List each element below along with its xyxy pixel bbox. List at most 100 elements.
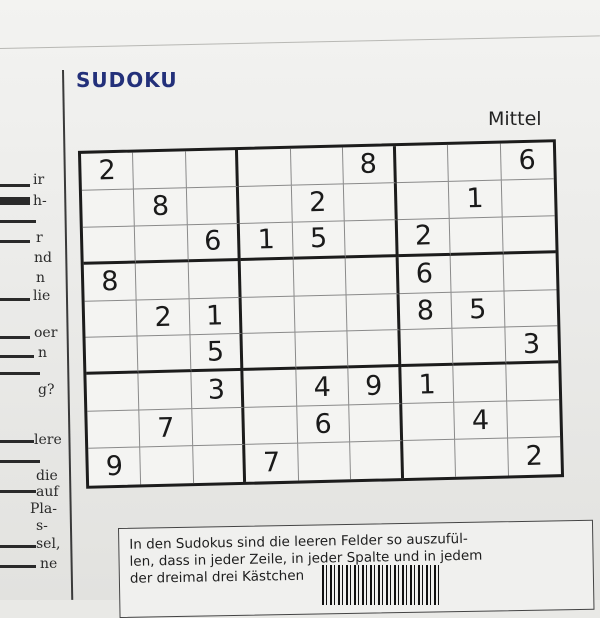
- text-fragment: ir: [33, 172, 45, 188]
- sudoku-cell: [290, 147, 345, 186]
- sudoku-cell: [455, 438, 509, 477]
- sudoku-cell: [347, 330, 401, 369]
- top-rule: [0, 35, 600, 49]
- sudoku-cell: 5: [292, 221, 346, 260]
- sudoku-cell: [395, 144, 449, 183]
- sudoku-cell: 9: [348, 367, 402, 406]
- sudoku-cell: [401, 402, 456, 442]
- sudoku-cell: [402, 439, 457, 479]
- text-fragment: g?: [38, 382, 55, 398]
- sudoku-cell: [504, 289, 558, 328]
- sudoku-cell: [86, 373, 140, 412]
- sudoku-cell: [84, 300, 138, 339]
- text-fragment-bar: [0, 565, 36, 568]
- sudoku-cell: [85, 336, 139, 376]
- text-fragment: nd: [34, 250, 52, 266]
- sudoku-cell: 9: [88, 447, 142, 486]
- sudoku-cell: [506, 400, 561, 439]
- sudoku-cell: 6: [187, 223, 241, 262]
- sudoku-cell: [186, 186, 241, 225]
- sudoku-cell: [349, 404, 403, 443]
- sudoku-cell: [450, 254, 505, 293]
- text-fragment-bar: [0, 372, 40, 375]
- sudoku-cell: 5: [451, 291, 505, 330]
- sudoku-cell: [396, 181, 450, 220]
- text-fragment: die: [36, 468, 58, 484]
- left-column-fragments: ir h- r nd n lie oer n g? lere die auf P…: [0, 0, 62, 600]
- sudoku-grid: 2868216152862185533491764972: [77, 139, 565, 489]
- sudoku-cell: [87, 410, 141, 449]
- sudoku-cell: [193, 444, 247, 484]
- sudoku-cell: [294, 294, 348, 334]
- sudoku-cell: 7: [139, 409, 194, 448]
- text-fragment-bar: [0, 490, 36, 493]
- text-fragment: sel,: [36, 536, 61, 552]
- sudoku-cell: [449, 217, 504, 256]
- sudoku-cell: 8: [343, 146, 397, 185]
- text-fragment: lie: [33, 288, 51, 304]
- sudoku-cell: [188, 260, 242, 299]
- text-fragment-bar: [0, 440, 34, 443]
- sudoku-cell: [238, 148, 292, 187]
- text-fragment: r: [36, 230, 43, 246]
- column-divider: [62, 69, 74, 600]
- text-fragment-bar: [0, 220, 36, 223]
- sudoku-cell: 3: [504, 326, 559, 365]
- sudoku-cell: 1: [400, 366, 455, 405]
- sudoku-cell: [242, 333, 297, 372]
- sudoku-cell: 1: [189, 297, 243, 336]
- sudoku-cell: 6: [398, 255, 452, 294]
- text-fragment: ne: [40, 556, 58, 572]
- sudoku-cell: 2: [525, 440, 544, 473]
- sudoku-cell: 8: [399, 292, 453, 331]
- sudoku-cell: [503, 252, 557, 292]
- sudoku-cell: [244, 406, 298, 445]
- sudoku-cell: 4: [296, 368, 350, 407]
- sudoku-cell: [133, 151, 187, 190]
- sudoku-cell: [295, 331, 349, 370]
- sudoku-cell: [240, 259, 295, 298]
- sudoku-cell: [453, 364, 507, 403]
- sudoku-cell: 8: [83, 263, 138, 302]
- sudoku-cell: 5: [190, 334, 244, 373]
- sudoku-cell: 2: [397, 218, 451, 257]
- sudoku-cell: 2: [81, 152, 135, 191]
- sudoku-cell: 7: [245, 443, 299, 482]
- sudoku-cell: [344, 219, 399, 259]
- text-fragment: h-: [33, 193, 47, 209]
- text-fragment-bar: [0, 240, 30, 243]
- sudoku-cell: [81, 189, 136, 228]
- difficulty-label: Mittel: [488, 108, 542, 130]
- sudoku-cell: 6: [500, 142, 554, 181]
- sudoku-cell: [136, 261, 190, 301]
- sudoku-grid-wrapper: 2868216152862185533491764972: [77, 139, 565, 489]
- sudoku-cell: [239, 185, 293, 224]
- sudoku-cell: [192, 408, 246, 447]
- barcode: [322, 565, 442, 605]
- sudoku-cell: [297, 442, 352, 481]
- text-fragment: n: [36, 270, 46, 286]
- sudoku-cell: [448, 143, 502, 182]
- sudoku-cell: [293, 258, 347, 297]
- newspaper-page: ir h- r nd n lie oer n g? lere die auf P…: [0, 0, 600, 618]
- text-fragment-bar: [0, 298, 30, 301]
- sudoku-cell: 2: [137, 298, 191, 337]
- sudoku-cell: 1: [240, 222, 294, 261]
- text-fragment: auf: [36, 484, 59, 500]
- sudoku-cell: [350, 441, 404, 480]
- sudoku-cell: [243, 369, 298, 409]
- sudoku-cell: 8: [134, 188, 188, 227]
- sudoku-cell: [505, 363, 560, 402]
- sudoku-cell: [346, 293, 401, 332]
- text-fragment: oer: [34, 325, 58, 341]
- text-fragment-bar: [0, 336, 30, 339]
- sudoku-cell: [185, 149, 240, 189]
- text-fragment: Pla-: [30, 501, 57, 517]
- text-fragment-bar: [0, 545, 36, 548]
- text-fragment-bar: [0, 460, 40, 463]
- sudoku-cell: [138, 372, 193, 411]
- puzzle-title: SUDOKU: [76, 68, 178, 92]
- sudoku-cell: [502, 216, 556, 255]
- text-fragment-bar: [0, 184, 30, 187]
- text-fragment-bar: [0, 197, 30, 205]
